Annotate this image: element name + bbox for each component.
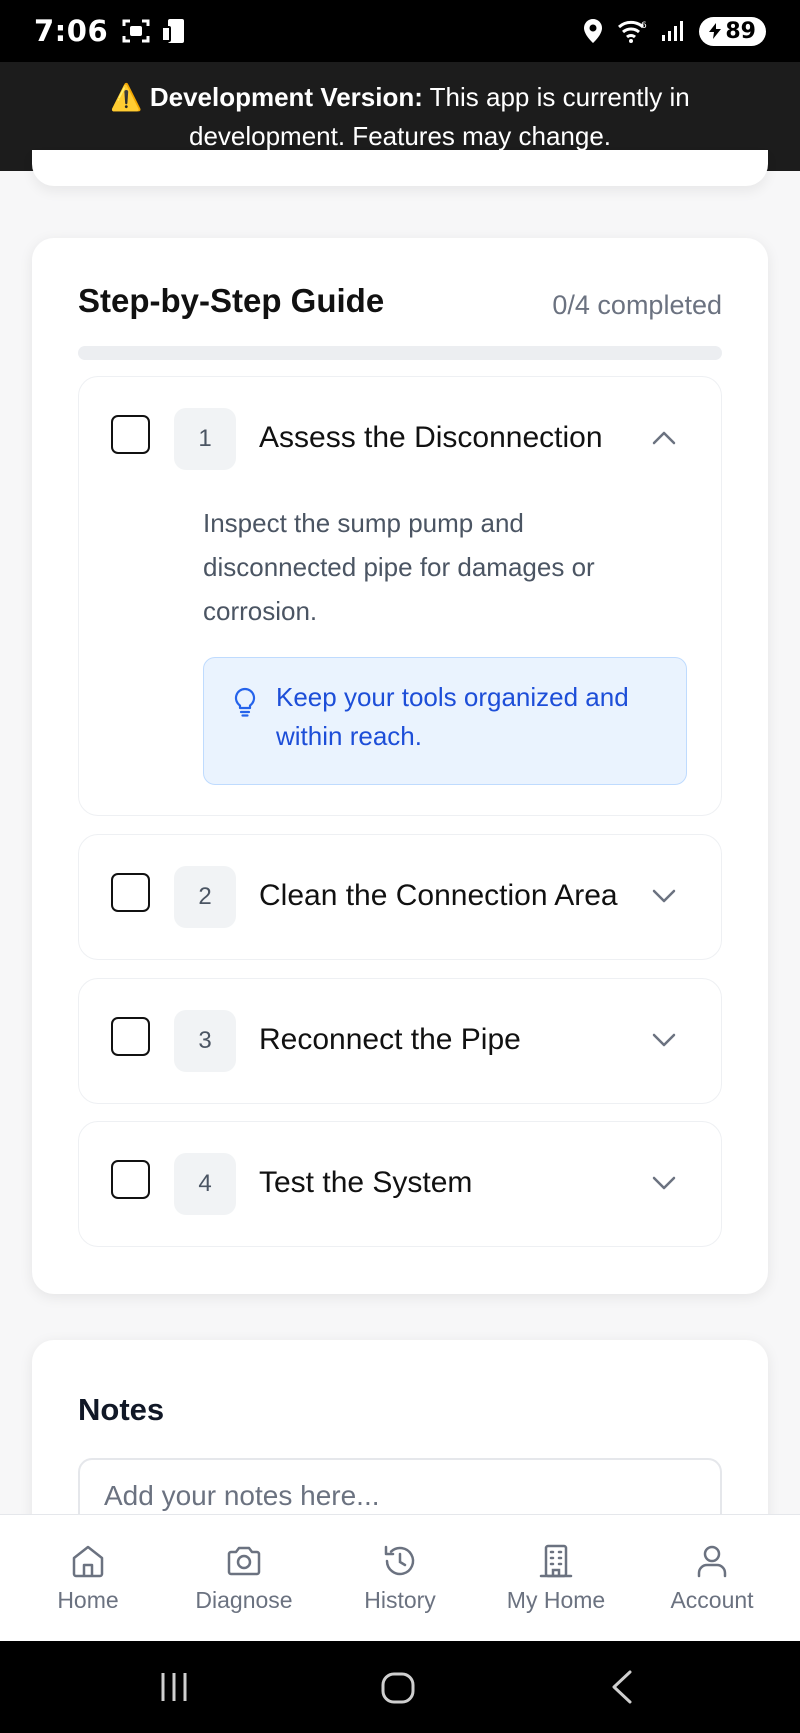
- step-checkbox-3[interactable]: [111, 1017, 150, 1056]
- bottom-nav: Home Diagnose History My Home Account: [0, 1514, 800, 1641]
- signal-icon: [662, 21, 684, 41]
- step-number-1: 1: [174, 408, 236, 470]
- step-checkbox-2[interactable]: [111, 873, 150, 912]
- step-item-3[interactable]: 3 Reconnect the Pipe: [78, 978, 722, 1104]
- step-header-1[interactable]: 1 Assess the Disconnection: [79, 377, 721, 501]
- guide-title: Step-by-Step Guide: [78, 282, 385, 319]
- wifi-icon: 6: [618, 20, 647, 43]
- step-title-3: Reconnect the Pipe: [259, 1023, 521, 1056]
- nav-label-diagnose: Diagnose: [195, 1587, 293, 1613]
- step-number-2: 2: [174, 866, 236, 928]
- status-bar: 7:06 6 89: [0, 0, 800, 62]
- screenshot-icon: [122, 19, 150, 43]
- chevron-down-icon[interactable]: [649, 1025, 679, 1055]
- camera-icon: [227, 1546, 261, 1576]
- nav-label-history: History: [364, 1587, 436, 1613]
- recents-icon[interactable]: [158, 1671, 190, 1703]
- step-title-1: Assess the Disconnection: [259, 421, 603, 454]
- chevron-down-icon[interactable]: [649, 1168, 679, 1198]
- chevron-up-icon[interactable]: [649, 423, 679, 453]
- building-icon: [539, 1544, 573, 1578]
- step-item-2[interactable]: 2 Clean the Connection Area: [78, 834, 722, 960]
- step-header-4[interactable]: 4 Test the System: [79, 1122, 721, 1246]
- nav-label-account: Account: [670, 1587, 754, 1613]
- previous-card: [32, 150, 768, 186]
- guide-progress-text: 0/4 completed: [552, 290, 722, 320]
- svg-text:6: 6: [641, 21, 647, 31]
- notes-title: Notes: [78, 1392, 165, 1427]
- step-number-4: 4: [174, 1153, 236, 1215]
- status-time: 7:06: [34, 14, 109, 48]
- step-item-1: 1 Assess the Disconnection Inspect the s…: [78, 376, 722, 816]
- step-number-3: 3: [174, 1010, 236, 1072]
- warning-icon: ⚠️: [110, 82, 143, 112]
- tip-box: Keep your tools organized and within rea…: [203, 657, 687, 785]
- nav-item-home[interactable]: Home: [13, 1541, 163, 1614]
- history-icon: [384, 1545, 415, 1576]
- tip-text: Keep your tools organized and within rea…: [276, 682, 629, 751]
- nav-item-diagnose[interactable]: Diagnose: [169, 1541, 319, 1614]
- step-checkbox-1[interactable]: [111, 415, 150, 454]
- battery-icon: 89: [699, 16, 766, 46]
- home-icon: [72, 1545, 104, 1578]
- nav-label-my-home: My Home: [506, 1587, 606, 1613]
- step-item-4[interactable]: 4 Test the System: [78, 1121, 722, 1247]
- step-description-1: Inspect the sump pump and disconnected p…: [203, 508, 595, 626]
- location-icon: [584, 19, 603, 43]
- nav-item-my-home[interactable]: My Home: [481, 1541, 631, 1614]
- device-icon: [161, 19, 185, 43]
- lightbulb-icon: [234, 687, 256, 717]
- step-title-4: Test the System: [259, 1166, 473, 1199]
- system-nav-bar: [0, 1641, 800, 1733]
- home-button-icon[interactable]: [380, 1671, 416, 1705]
- user-icon: [697, 1545, 727, 1578]
- step-checkbox-4[interactable]: [111, 1160, 150, 1199]
- step-header-2[interactable]: 2 Clean the Connection Area: [79, 835, 721, 959]
- guide-card: Step-by-Step Guide 0/4 completed 1 Asses…: [32, 238, 768, 1294]
- battery-level: 89: [725, 18, 756, 44]
- nav-label-home: Home: [57, 1587, 119, 1613]
- banner-label: Development Version:: [149, 82, 423, 112]
- back-icon[interactable]: [608, 1669, 636, 1705]
- step-header-3[interactable]: 3 Reconnect the Pipe: [79, 979, 721, 1103]
- nav-item-account[interactable]: Account: [637, 1541, 787, 1614]
- nav-item-history[interactable]: History: [325, 1541, 475, 1614]
- step-title-2: Clean the Connection Area: [259, 879, 618, 912]
- progress-bar: [78, 346, 722, 360]
- chevron-down-icon[interactable]: [649, 881, 679, 911]
